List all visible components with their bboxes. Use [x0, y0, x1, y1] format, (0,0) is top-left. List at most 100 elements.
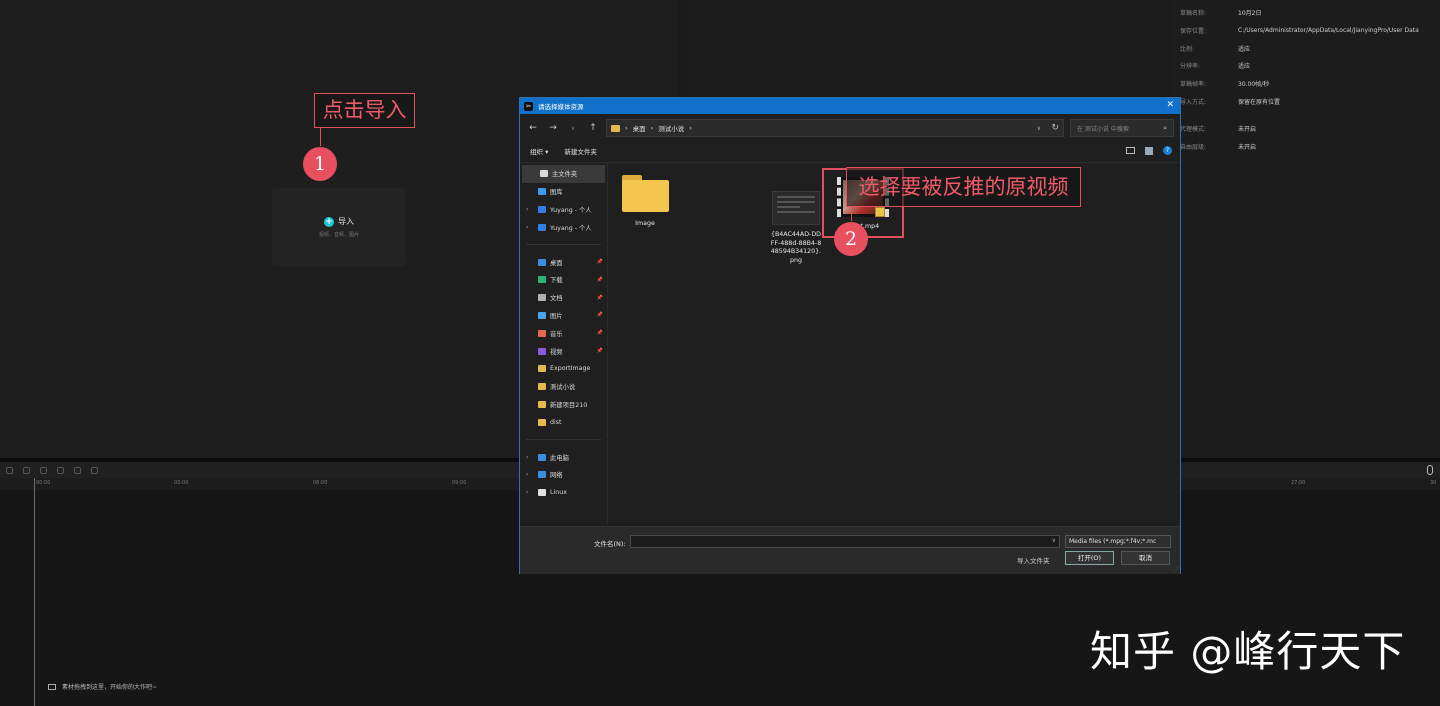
file-item-png[interactable]: {B4AC44AD-DD FF-488d-88B4-8 48594B34120}… [767, 183, 825, 265]
organize-menu[interactable]: 组织 ▾ [530, 146, 548, 156]
breadcrumb-item[interactable]: 桌面 [633, 123, 646, 133]
import-folder-link[interactable]: 导入文件夹 [1017, 555, 1050, 565]
sidebar-item[interactable]: › Linux [520, 484, 607, 502]
folder-icon [611, 124, 620, 132]
pin-icon: 📌 [596, 294, 603, 301]
freeze-icon[interactable] [91, 466, 98, 474]
expand-chevron-icon[interactable]: › [526, 206, 528, 213]
sidebar-item[interactable]: › 此电脑 [520, 448, 607, 466]
back-arrow-icon[interactable]: ← [526, 123, 540, 133]
recent-chevron-icon[interactable]: ∨ [566, 125, 580, 132]
microphone-icon[interactable] [1427, 465, 1433, 475]
up-arrow-icon[interactable]: ↑ [586, 123, 600, 133]
sidebar-item[interactable]: › Yuyang - 个人 [520, 218, 607, 236]
folder-icon [538, 365, 546, 373]
select-tool-icon[interactable] [6, 466, 13, 474]
media-player-badge-icon [875, 207, 885, 217]
prop-row: 自由层级: 未开启 [1180, 138, 1432, 156]
close-icon[interactable]: ✕ [1166, 100, 1174, 110]
open-button[interactable]: 打开(O) [1065, 551, 1114, 565]
prop-gap [1180, 110, 1432, 120]
sidebar-separator [526, 439, 601, 441]
preview-pane-icon[interactable] [1145, 146, 1153, 155]
sidebar-item-label: 测试小说 [550, 384, 576, 392]
file-name-line: FF-488d-88B4-8 [770, 239, 822, 247]
sidebar-item[interactable]: › Yuyang - 个人 [520, 201, 607, 219]
file-name: Image [635, 220, 655, 227]
prop-row: 草稿帧率: 30.00帧/秒 [1180, 75, 1432, 93]
prop-value: 适应 [1238, 63, 1251, 71]
sidebar-item[interactable]: dist [520, 413, 607, 431]
ruler-tick: 30 [1430, 480, 1437, 486]
annotation-step1-label: 点击导入 [314, 93, 415, 128]
new-folder-button[interactable]: 新建文件夹 [564, 146, 597, 156]
sidebar-item[interactable]: 主文件夹 [522, 165, 605, 183]
view-options-icon[interactable] [1126, 147, 1135, 154]
prop-row: 比例: 适应 [1180, 39, 1432, 57]
sidebar-item[interactable]: › 网络 [520, 466, 607, 484]
prop-value: 未开启 [1238, 126, 1257, 134]
expand-chevron-icon[interactable]: › [526, 224, 528, 231]
sidebar-item[interactable]: ExportImage [520, 360, 607, 378]
address-history-chevron-icon[interactable]: ∨ [1037, 125, 1041, 132]
chevron-down-icon[interactable]: ∨ [1052, 537, 1056, 544]
help-icon[interactable]: ? [1163, 146, 1172, 155]
cancel-button[interactable]: 取消 [1121, 551, 1170, 565]
prop-value: 30.00帧/秒 [1238, 81, 1270, 89]
ruler-tick: 06:00 [313, 480, 328, 486]
sidebar-item[interactable]: 新建项目210 [520, 396, 607, 414]
onedrive-icon [538, 223, 546, 231]
playhead[interactable] [34, 478, 35, 706]
sidebar-item[interactable]: 图库 [520, 183, 607, 201]
folder-item-image[interactable]: Image [616, 175, 674, 229]
sidebar-item-label: Yuyang - 个人 [550, 206, 592, 214]
annotation-step2-badge: 2 [834, 222, 868, 256]
filename-input[interactable]: ∨ [630, 535, 1060, 548]
split-icon[interactable] [57, 466, 64, 474]
sidebar-item[interactable]: 图片 📌 [520, 307, 607, 325]
prop-label: 自由层级: [1180, 144, 1207, 152]
ruler-tick: 03:00 [174, 480, 189, 486]
address-bar[interactable]: › 桌面 › 测试小说 › ∨ ↻ [606, 119, 1064, 137]
sidebar-item[interactable]: 文档 📌 [520, 289, 607, 307]
annotation-connector [320, 128, 321, 146]
navigation-sidebar: 主文件夹 图库 › Yuyang - 个人 › Yuyang - 个人 桌面 📌 下载 📌 文档 📌 图… [520, 163, 608, 525]
sidebar-item-label: dist [550, 418, 562, 426]
sidebar-item[interactable]: 下载 📌 [520, 271, 607, 289]
sidebar-item[interactable]: 视频 📌 [520, 342, 607, 360]
prop-label: 代理模式: [1180, 126, 1207, 134]
expand-chevron-icon[interactable]: › [526, 454, 528, 461]
sidebar-item-label: 此电脑 [550, 454, 569, 462]
sidebar-item-label: 图库 [550, 189, 563, 197]
expand-chevron-icon[interactable]: › [526, 489, 528, 496]
network-icon [538, 471, 546, 479]
import-button[interactable]: + 导入 视频、音频、图片 [272, 188, 406, 266]
dialog-titlebar[interactable]: ✂ 请选择媒体资源 ✕ [520, 98, 1180, 114]
resize-grip-icon[interactable]: ⋰ [1174, 567, 1179, 573]
breadcrumb-item[interactable]: 测试小说 [658, 123, 684, 133]
sidebar-item-label: 图片 [550, 312, 563, 320]
search-icon: ⌕ [1163, 123, 1167, 132]
ruler-tick: 09:00 [452, 480, 467, 486]
prop-label: 草稿帧率: [1180, 81, 1207, 89]
refresh-icon[interactable]: ↻ [1051, 123, 1059, 133]
file-type-select[interactable]: Media files (*.mpg;*.f4v;*.mc [1065, 535, 1171, 548]
search-input[interactable]: 在 测试小说 中搜索 ⌕ [1070, 119, 1174, 137]
sidebar-item[interactable]: 音乐 📌 [520, 324, 607, 342]
prop-row: 导入方式: 保留在原有位置 [1180, 92, 1432, 110]
prop-value: 保留在原有位置 [1238, 98, 1281, 106]
ruler-tick: 27:00 [1291, 480, 1306, 486]
prop-label: 草稿名称: [1180, 10, 1207, 18]
forward-arrow-icon[interactable]: → [546, 123, 560, 133]
expand-chevron-icon[interactable]: › [526, 471, 528, 478]
delete-icon[interactable] [74, 466, 81, 474]
sidebar-item[interactable]: 桌面 📌 [520, 253, 607, 271]
redo-icon[interactable] [40, 466, 47, 474]
file-list: Image {B4AC44AD-DD FF-488d-88B4-8 48594B… [608, 163, 1180, 525]
command-bar: 组织 ▾ 新建文件夹 ? [520, 139, 1180, 163]
computer-icon [538, 453, 546, 461]
pictures-icon [538, 311, 546, 319]
sidebar-item[interactable]: 测试小说 [520, 378, 607, 396]
linux-icon [538, 489, 546, 497]
undo-icon[interactable] [23, 466, 30, 474]
